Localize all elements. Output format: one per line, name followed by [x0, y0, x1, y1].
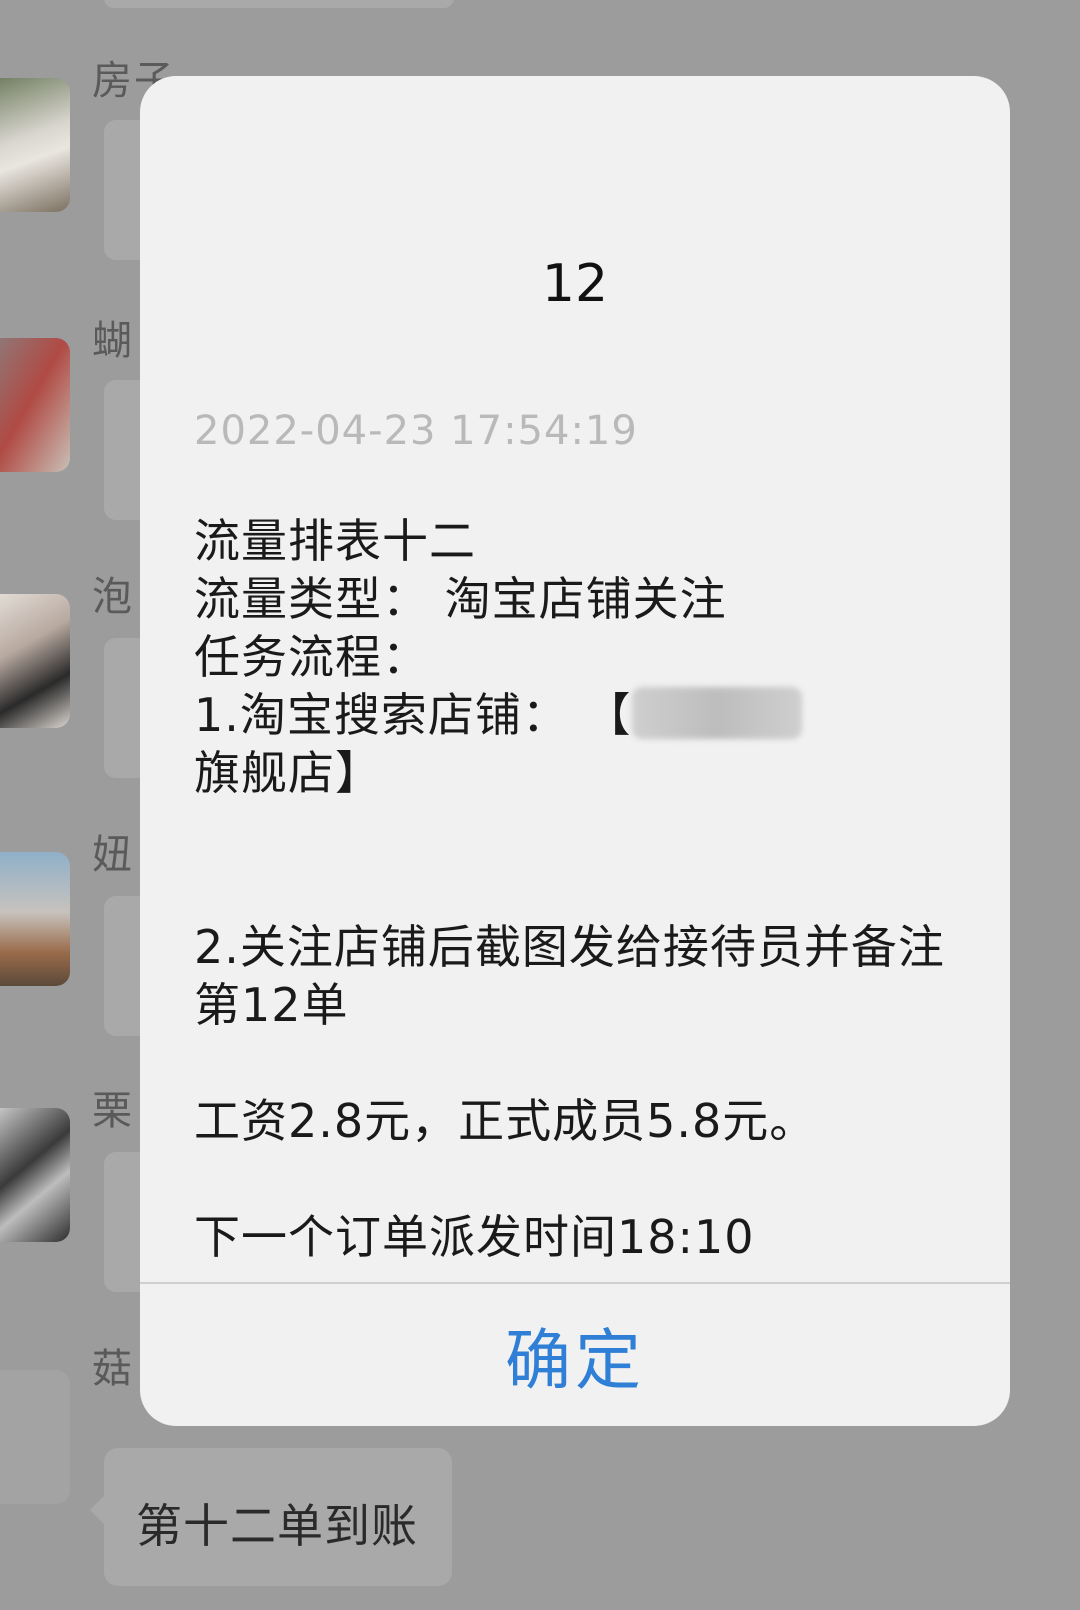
message-bubble[interactable]: 第十二单到账 — [89, 1448, 452, 1586]
sender-name: 菇 — [92, 1346, 134, 1392]
redacted-shop-name — [631, 687, 802, 739]
message-line: 下一个订单派发时间18:10 — [194, 1210, 755, 1264]
sender-name: 妞 — [92, 832, 134, 878]
message-line: 旗舰店】 — [194, 746, 382, 800]
dialog-message: 流量排表十二 流量类型： 淘宝店铺关注 任务流程： 1.淘宝搜索店铺： 【 旗舰… — [194, 512, 954, 1266]
message-text: 第十二单到账 — [136, 1499, 418, 1553]
avatar[interactable] — [0, 1108, 70, 1242]
sender-name: 泡 — [92, 574, 134, 620]
search-instruction: 1.淘宝搜索店铺： 【 — [194, 688, 632, 742]
avatar[interactable] — [0, 1370, 70, 1504]
message-line: 任务流程： — [194, 630, 429, 684]
alert-dialog: 12 2022-04-23 17:54:19 流量排表十二 流量类型： 淘宝店铺… — [140, 76, 1010, 1426]
confirm-button[interactable]: 确定 — [140, 1284, 1010, 1426]
message-line: 流量排表十二 — [194, 514, 476, 568]
dialog-timestamp: 2022-04-23 17:54:19 — [194, 408, 638, 454]
sender-name: 栗 — [92, 1088, 134, 1134]
message-line: 流量类型： 淘宝店铺关注 — [194, 572, 727, 626]
sender-name: 蝴 — [92, 318, 134, 364]
dialog-title: 12 — [541, 254, 609, 314]
message-line: 1.淘宝搜索店铺： 【 — [194, 686, 954, 744]
message-line: 2.关注店铺后截图发给接待员并备注第12单 — [194, 920, 945, 1032]
avatar[interactable] — [0, 594, 70, 728]
avatar[interactable] — [0, 338, 70, 472]
message-line: 工资2.8元，正式成员5.8元。 — [194, 1094, 817, 1148]
avatar[interactable] — [0, 78, 70, 212]
avatar[interactable] — [0, 852, 70, 986]
